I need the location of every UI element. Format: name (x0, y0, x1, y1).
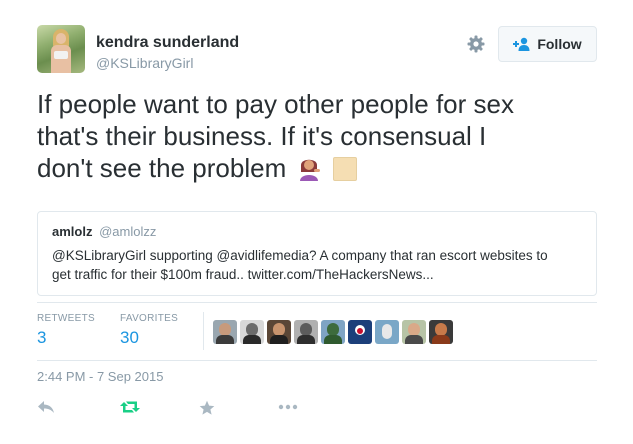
quoted-author-name[interactable]: amlolz (52, 224, 92, 239)
favoriter-avatar[interactable] (348, 320, 372, 344)
quoted-line: get traffic for their $100m fraud.. twit… (52, 267, 434, 282)
tweet-text: If people want to pay other people for s… (37, 88, 597, 184)
favorites-stat[interactable]: FAVORITES 30 (120, 313, 178, 348)
gear-icon[interactable] (467, 35, 485, 53)
more-button[interactable] (278, 400, 298, 420)
add-user-icon (513, 37, 530, 51)
retweet-button[interactable] (120, 400, 140, 420)
author-avatar[interactable] (37, 25, 85, 73)
favoriter-avatar[interactable] (240, 320, 264, 344)
retweets-label: RETWEETS (37, 313, 95, 324)
follow-label: Follow (537, 36, 582, 52)
tweet-line: don't see the problem (37, 153, 287, 183)
quoted-author-handle[interactable]: @amlolzz (99, 224, 156, 239)
stats-divider (203, 312, 204, 350)
retweet-icon (120, 401, 140, 413)
divider (37, 360, 597, 361)
favoriter-avatar[interactable] (402, 320, 426, 344)
favoriter-avatar[interactable] (429, 320, 453, 344)
favorites-count: 30 (120, 328, 139, 347)
quoted-line: @KSLibraryGirl supporting @avidlifemedia… (52, 248, 548, 263)
favorites-label: FAVORITES (120, 313, 179, 324)
divider (37, 302, 597, 303)
retweets-count: 3 (37, 328, 47, 347)
quoted-text: @KSLibraryGirl supporting @avidlifemedia… (52, 246, 582, 284)
reply-icon (38, 401, 54, 413)
more-icon (278, 404, 298, 410)
retweets-stat[interactable]: RETWEETS 3 (37, 313, 95, 348)
tweet-timestamp[interactable]: 2:44 PM - 7 Sep 2015 (37, 369, 163, 384)
tweet-line-last: don't see the problem (37, 152, 597, 184)
author-handle[interactable]: @KSLibraryGirl (96, 55, 193, 71)
favorite-button[interactable] (199, 400, 215, 420)
tweet-line: If people want to pay other people for s… (37, 89, 514, 119)
star-icon (199, 400, 215, 415)
tweet-line: that's their business. If it's consensua… (37, 121, 487, 151)
missing-glyph-box (332, 157, 357, 181)
quoted-tweet[interactable]: amlolz @amlolzz @KSLibraryGirl supportin… (37, 211, 597, 296)
favoriter-avatar[interactable] (267, 320, 291, 344)
follow-button[interactable]: Follow (498, 26, 597, 62)
favoriter-avatar[interactable] (375, 320, 399, 344)
woman-tipping-hand-emoji (300, 159, 321, 181)
favoriters-avatars (213, 320, 453, 344)
favoriter-avatar[interactable] (321, 320, 345, 344)
favoriter-avatar[interactable] (294, 320, 318, 344)
favoriter-avatar[interactable] (213, 320, 237, 344)
author-name[interactable]: kendra sunderland (96, 34, 239, 52)
reply-button[interactable] (37, 400, 55, 420)
